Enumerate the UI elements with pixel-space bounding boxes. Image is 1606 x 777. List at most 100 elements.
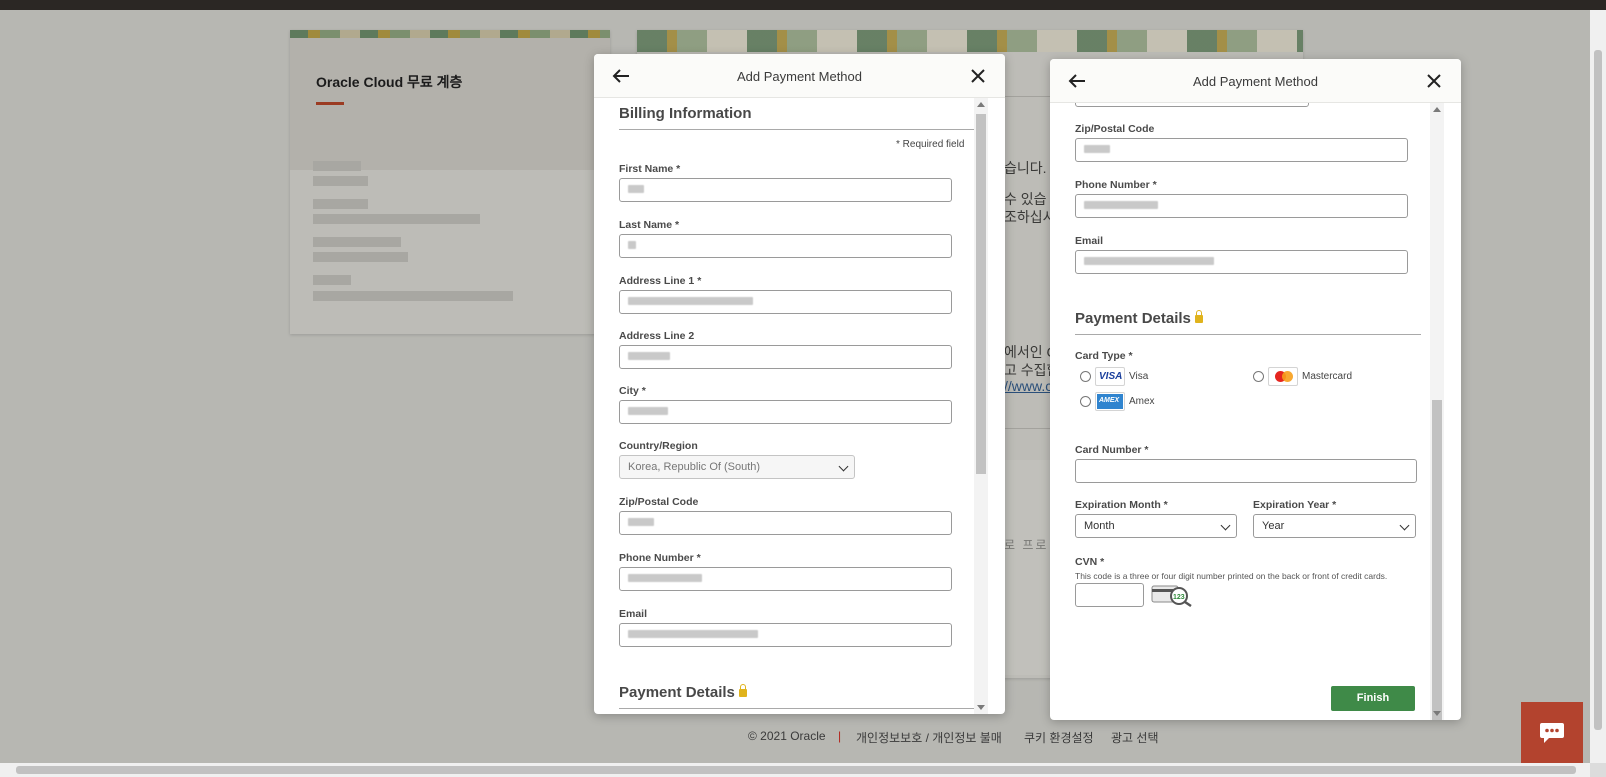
browser-top-bar <box>0 0 1606 10</box>
scroll-up-arrow-icon[interactable] <box>977 102 985 107</box>
chevron-down-icon <box>1399 520 1410 531</box>
email-field[interactable] <box>1075 250 1408 274</box>
blurred-text <box>313 252 408 262</box>
amex-label: Amex <box>1129 396 1155 407</box>
blurred-text <box>313 214 480 224</box>
payment-section-title: Payment Details <box>619 684 747 701</box>
page-vertical-scrollbar[interactable] <box>1590 10 1606 763</box>
lock-icon <box>738 684 747 697</box>
first-name-label: First Name * <box>619 163 681 175</box>
mastercard-logo-icon <box>1268 367 1298 386</box>
add-payment-modal-card: Add Payment Method Zip/Postal Code Phone… <box>1050 59 1461 720</box>
country-label: Country/Region <box>619 440 698 452</box>
section-divider <box>619 708 975 709</box>
modal-header: Add Payment Method <box>594 54 1005 98</box>
city-field[interactable] <box>619 400 952 424</box>
amex-logo-icon: AMEX <box>1095 392 1125 411</box>
finish-button[interactable]: Finish <box>1331 686 1415 711</box>
chevron-down-icon <box>838 461 849 472</box>
blurred-text <box>313 161 361 171</box>
blurred-text <box>313 176 368 186</box>
modal-header: Add Payment Method <box>1050 59 1461 103</box>
free-tier-card-header: Oracle Cloud 무료 계층 <box>290 38 610 170</box>
modal-scrollbar[interactable] <box>1430 103 1444 720</box>
address-line-1-field[interactable] <box>619 290 952 314</box>
scroll-down-arrow-icon[interactable] <box>977 705 985 710</box>
footer-ads-link[interactable]: 광고 선택 <box>1111 729 1159 746</box>
blurred-text <box>313 291 513 301</box>
required-field-note: * Required field <box>896 139 965 150</box>
phone-field[interactable] <box>1075 194 1408 218</box>
city-field[interactable] <box>1075 103 1309 107</box>
phone-label: Phone Number * <box>1075 179 1157 191</box>
zip-field[interactable] <box>1075 138 1408 162</box>
address-line-2-field[interactable] <box>619 345 952 369</box>
blurred-text <box>313 237 401 247</box>
scrollbar-thumb[interactable] <box>1432 400 1442 720</box>
footer-cookie-link[interactable]: 쿠키 환경설정 <box>1024 729 1094 746</box>
phone-label: Phone Number * <box>619 552 701 564</box>
chat-button[interactable] <box>1521 702 1583 764</box>
footer-separator: | <box>838 729 842 743</box>
amex-logo-text: AMEX <box>1099 397 1120 404</box>
payment-section-title-text: Payment Details <box>1075 310 1191 327</box>
bg-text: 습니다. <box>1004 160 1047 176</box>
close-icon[interactable] <box>1423 70 1445 92</box>
email-field[interactable] <box>619 623 952 647</box>
modal-scrollbar[interactable] <box>974 98 988 714</box>
card-banner <box>290 30 610 38</box>
amex-radio[interactable] <box>1080 396 1091 407</box>
visa-logo-icon: VISA <box>1095 367 1125 386</box>
expiration-month-value: Month <box>1084 520 1115 532</box>
zip-field[interactable] <box>619 511 952 535</box>
cvn-field[interactable] <box>1075 583 1144 607</box>
card-number-field[interactable] <box>1075 459 1417 483</box>
expiration-year-value: Year <box>1262 520 1285 532</box>
city-label: City * <box>619 385 646 397</box>
expiration-month-select[interactable]: Month <box>1075 514 1237 538</box>
expiration-year-label: Expiration Year * <box>1253 499 1337 511</box>
last-name-field[interactable] <box>619 234 952 258</box>
billing-section-title: Billing Information <box>619 105 752 122</box>
payment-section-title-text: Payment Details <box>619 684 735 701</box>
footer-privacy-link[interactable]: 개인정보보호 / 개인정보 불매 <box>856 729 1002 746</box>
expiration-year-select[interactable]: Year <box>1253 514 1416 538</box>
bg-text: 에서인 C <box>1004 344 1057 360</box>
scrollbar-thumb[interactable] <box>1594 50 1602 730</box>
cvn-label: CVN * <box>1075 556 1105 568</box>
scrollbar-thumb[interactable] <box>16 766 1576 774</box>
chevron-down-icon <box>1220 520 1231 531</box>
close-icon[interactable] <box>967 65 989 87</box>
scroll-down-arrow-icon[interactable] <box>1433 711 1441 716</box>
mastercard-label: Mastercard <box>1302 371 1353 382</box>
title-underline <box>316 102 344 105</box>
modal-title: Add Payment Method <box>1192 74 1319 89</box>
visa-logo-text: VISA <box>1099 371 1123 382</box>
bg-text: 로 프로 <box>1004 538 1049 552</box>
mastercard-radio[interactable] <box>1253 371 1264 382</box>
blurred-text <box>313 199 368 209</box>
scroll-up-arrow-icon[interactable] <box>1433 107 1441 112</box>
expiration-month-label: Expiration Month * <box>1075 499 1168 511</box>
bg-text: 조하십시 <box>1004 209 1056 225</box>
chat-bubble-icon <box>1540 723 1564 743</box>
email-label: Email <box>1075 235 1104 247</box>
payment-section-title: Payment Details <box>1075 310 1203 327</box>
page-horizontal-scrollbar[interactable] <box>0 763 1590 777</box>
phone-field[interactable] <box>619 567 952 591</box>
zip-label: Zip/Postal Code <box>1075 123 1155 135</box>
scrollbar-thumb[interactable] <box>976 114 986 474</box>
card-cvn-magnifier-icon: 123 <box>1151 585 1192 607</box>
modal-body: Zip/Postal Code Phone Number * Email Pay… <box>1050 103 1461 720</box>
bg-link[interactable]: //www.c <box>1004 378 1052 394</box>
cvn-help-text: This code is a three or four digit numbe… <box>1075 571 1388 581</box>
section-divider <box>1075 334 1421 335</box>
visa-radio[interactable] <box>1080 371 1091 382</box>
blurred-text <box>313 275 351 285</box>
modal-title: Add Payment Method <box>736 69 863 84</box>
scrollbar-corner <box>1590 763 1606 777</box>
country-select[interactable]: Korea, Republic Of (South) <box>619 455 855 479</box>
card-number-label: Card Number * <box>1075 444 1149 456</box>
first-name-field[interactable] <box>619 178 952 202</box>
visa-label: Visa <box>1129 371 1149 382</box>
